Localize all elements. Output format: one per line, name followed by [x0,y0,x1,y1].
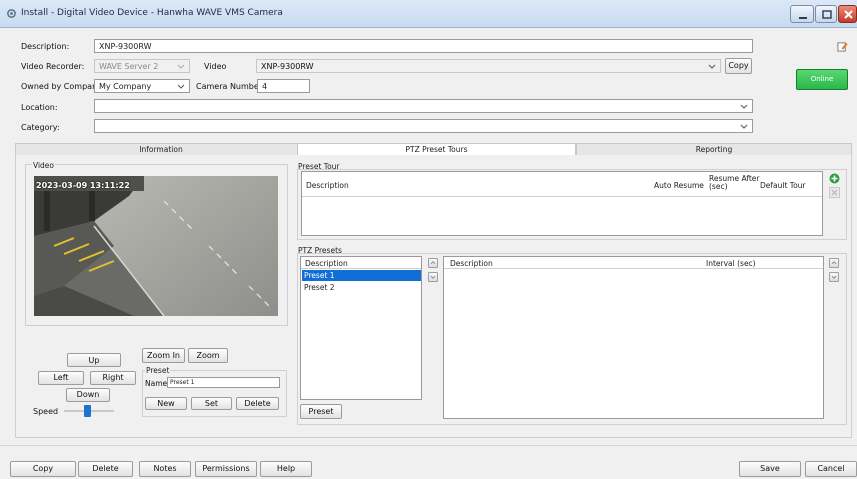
minimize-button[interactable] [790,5,814,23]
camera-feed-image [34,176,278,316]
gear-icon [7,9,16,18]
speed-label: Speed [33,407,59,416]
owned-by-company-label: Owned by Company: [21,82,104,91]
camera-number-label: Camera Number: [196,82,265,91]
cancel-button[interactable]: Cancel [805,461,857,477]
help-button[interactable]: Help [260,461,312,477]
ptz-right-button[interactable]: Right [90,371,136,385]
category-label: Category: [21,123,60,132]
move-up-icon[interactable] [829,258,839,268]
camera-video-feed[interactable]: 2023-03-09 13:11:22 [34,176,278,316]
new-preset-button[interactable]: New [145,397,187,410]
close-icon [844,10,853,19]
ptz-down-button[interactable]: Down [66,388,110,402]
video-value: XNP-9300RW [261,62,314,71]
video-select[interactable]: XNP-9300RW [256,59,721,73]
preset-button[interactable]: Preset [300,404,342,419]
description-input[interactable]: XNP-9300RW [94,39,753,53]
speed-slider-thumb[interactable] [83,405,91,417]
maximize-button[interactable] [815,5,837,23]
owned-by-company-value: My Company [99,82,152,91]
chevron-down-icon [177,84,185,89]
footer-separator [0,445,857,446]
move-down-icon[interactable] [428,272,438,282]
chevron-down-icon [708,64,716,69]
delete-button[interactable]: Delete [78,461,133,477]
permissions-button[interactable]: Permissions [195,461,257,477]
delete-preset-button[interactable]: Delete [236,397,279,410]
chevron-down-icon [740,124,748,129]
move-up-icon[interactable] [428,258,438,268]
video-timestamp: 2023-03-09 13:11:22 [36,181,130,190]
set-preset-button[interactable]: Set [191,397,232,410]
column-default-tour[interactable]: Default Tour [760,181,806,190]
chevron-down-icon [177,64,185,69]
preset-group-title: Preset [145,366,171,375]
remove-icon[interactable] [829,187,840,198]
preset-list-item[interactable]: Preset 2 [302,282,421,293]
preset-detail-table[interactable]: Description Interval (sec) [443,256,824,419]
copy-button[interactable]: Copy [10,461,76,477]
chevron-down-icon [740,104,748,109]
detail-column-interval[interactable]: Interval (sec) [706,259,756,268]
notes-button[interactable]: Notes [139,461,191,477]
ptz-up-button[interactable]: Up [67,353,121,367]
preset-detail-header: Description Interval (sec) [444,257,823,269]
column-auto-resume[interactable]: Auto Resume [654,181,704,190]
preset-list-header: Description [301,257,421,269]
camera-number-input[interactable]: 4 [257,79,310,93]
video-group-title: Video [32,161,56,170]
add-icon[interactable] [829,173,840,184]
preset-name-label: Name [145,379,168,388]
video-recorder-value: WAVE Server 2 [99,62,159,71]
description-label: Description: [21,42,70,51]
preset-list-column-description[interactable]: Description [305,259,348,268]
preset-list-item[interactable]: Preset 1 [302,270,421,281]
preset-name-input[interactable]: Preset 1 [167,377,280,388]
category-select[interactable] [94,119,753,133]
maximize-icon [822,10,832,19]
owned-by-company-select[interactable]: My Company [94,79,190,93]
column-description[interactable]: Description [306,181,349,190]
zoom-in-button[interactable]: Zoom In [142,348,185,363]
close-button[interactable] [838,5,857,23]
title-bar: Install - Digital Video Device - Hanwha … [0,0,857,28]
zoom-out-button[interactable]: Zoom [188,348,228,363]
preset-list[interactable]: Description Preset 1 Preset 2 [300,256,422,400]
copy-video-button[interactable]: Copy [725,58,752,74]
video-label: Video [204,62,227,71]
online-status-button[interactable]: Online [796,69,848,90]
location-select[interactable] [94,99,753,113]
column-resume-after[interactable]: Resume After (sec) [709,175,767,191]
location-label: Location: [21,103,58,112]
minimize-icon [799,17,807,19]
detail-column-description[interactable]: Description [450,259,493,268]
window-title: Install - Digital Video Device - Hanwha … [21,8,283,18]
move-down-icon[interactable] [829,272,839,282]
edit-icon[interactable] [837,41,848,52]
preset-tour-table[interactable]: Description Auto Resume Resume After (se… [301,171,823,236]
video-recorder-label: Video Recorder: [21,62,85,71]
preset-tour-header: Description Auto Resume Resume After (se… [302,172,822,197]
ptz-left-button[interactable]: Left [38,371,84,385]
video-recorder-select[interactable]: WAVE Server 2 [94,59,190,73]
save-button[interactable]: Save [739,461,801,477]
